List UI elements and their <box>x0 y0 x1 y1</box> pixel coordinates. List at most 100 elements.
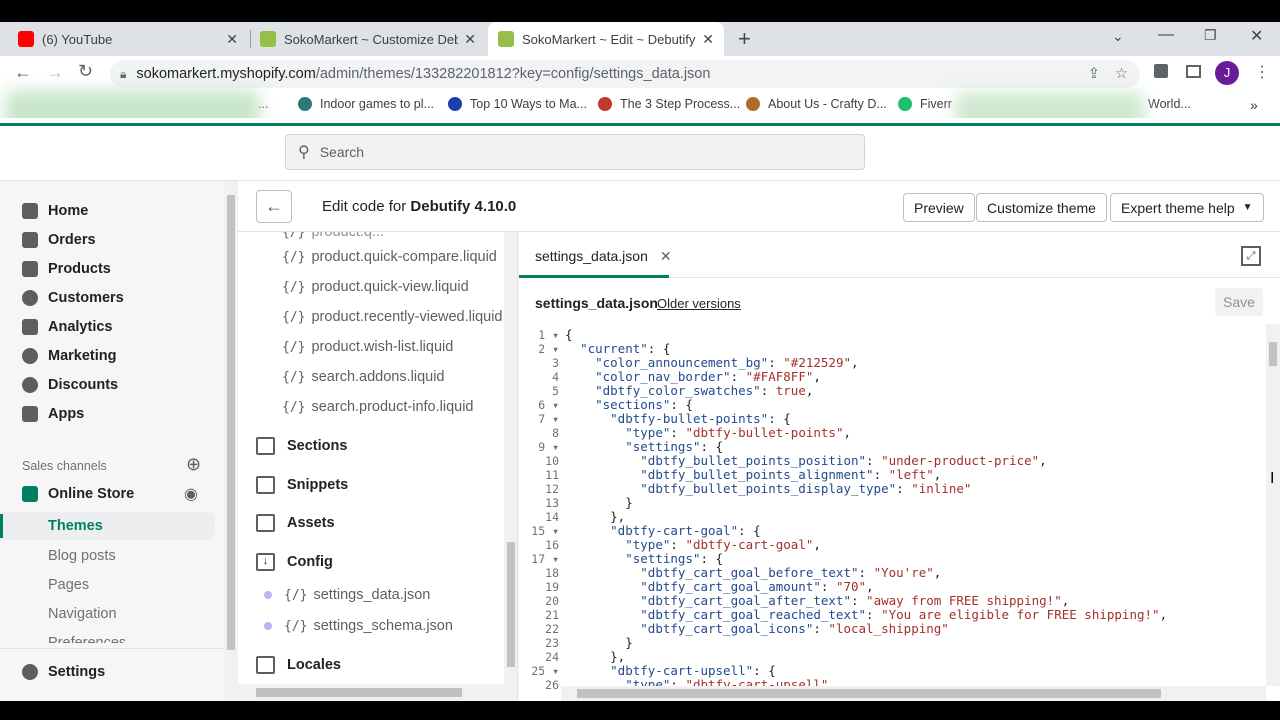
store-icon <box>22 486 38 502</box>
code-line: "dbtfy_color_swatches": true, <box>595 383 814 398</box>
bookmark-favicon-icon <box>298 97 312 111</box>
file-tree-hscrollbar[interactable] <box>238 684 504 701</box>
search-input[interactable]: ⚲ Search <box>285 134 865 170</box>
close-icon[interactable]: ✕ <box>226 31 238 48</box>
close-icon[interactable]: ✕ <box>464 31 476 48</box>
nav-orders[interactable]: Orders <box>22 228 96 252</box>
file-settings-schema[interactable]: {/} settings_schema.json <box>264 618 453 634</box>
code-line: "dbtfy_cart_goal_after_text": "away from… <box>640 593 1070 608</box>
older-versions-link[interactable]: Older versions <box>657 296 741 311</box>
nav-marketing[interactable]: Marketing <box>22 344 117 368</box>
line-number: 17 ▾ <box>531 552 559 566</box>
file-item[interactable]: {/} search.addons.liquid <box>282 369 445 385</box>
file-item[interactable]: {/} product.wish-list.liquid <box>282 339 453 355</box>
tab-customize[interactable]: SokoMarkert ~ Customize Debutify ✕ <box>250 22 486 56</box>
line-number: 23 <box>545 636 559 650</box>
file-item[interactable]: {/} product.quick-view.liquid <box>282 279 469 295</box>
save-button[interactable]: Save <box>1215 288 1263 316</box>
bookmark-item[interactable]: Indoor games to pl... <box>298 97 434 111</box>
bookmark-item[interactable]: Fiverr <box>898 97 952 111</box>
back-icon[interactable]: ← <box>14 62 32 83</box>
side-panel-icon[interactable] <box>1186 65 1201 78</box>
editor-tabs: settings_data.json ✕ ⤢ <box>519 232 1280 278</box>
close-icon[interactable]: ✕ <box>660 248 672 264</box>
code-line: "dbtfy_cart_goal_before_text": "You're", <box>640 565 942 580</box>
expert-theme-help-button[interactable]: Expert theme help ▼ <box>1110 193 1264 222</box>
bookmark-item[interactable]: About Us - Crafty D... <box>746 97 887 111</box>
discount-icon <box>22 377 38 393</box>
forward-icon[interactable]: → <box>46 62 64 83</box>
tab-title: (6) YouTube <box>42 31 113 47</box>
customize-theme-button[interactable]: Customize theme <box>976 193 1107 222</box>
url-host: sokomarkert.myshopify.com <box>136 66 316 82</box>
file-item[interactable]: {/} product.recently-viewed.liquid <box>282 309 503 325</box>
restore-icon[interactable]: ❐ <box>1204 27 1217 44</box>
bookmark-favicon-icon <box>746 97 760 111</box>
folder-snippets[interactable]: Snippets <box>256 476 348 494</box>
sidebar-scrollbar[interactable] <box>224 181 238 701</box>
nav-products[interactable]: Products <box>22 257 111 281</box>
expand-icon[interactable]: ⤢ <box>1241 246 1261 266</box>
browser-tab-bar: (6) YouTube ✕ SokoMarkert ~ Customize De… <box>0 22 1280 56</box>
nav-preferences[interactable]: Preferences <box>48 631 126 643</box>
nav-navigation[interactable]: Navigation <box>48 602 117 626</box>
url-path: /admin/themes/133282201812?key=config/se… <box>315 66 711 82</box>
nav-customers[interactable]: Customers <box>22 286 124 310</box>
line-number: 11 <box>545 468 559 482</box>
tab-search-icon[interactable]: ⌄ <box>1112 28 1124 45</box>
file-tree-scrollbar[interactable] <box>504 232 517 701</box>
add-channel-icon[interactable]: ⊕ <box>186 454 201 475</box>
code-line: } <box>565 635 633 650</box>
code-line: "dbtfy_bullet_points_position": "under-p… <box>640 453 1047 468</box>
folder-config[interactable]: ↓ Config <box>256 553 333 571</box>
more-bookmarks-icon[interactable]: » <box>1250 97 1258 113</box>
file-tree: {/} product.q... {/} product.quick-compare… <box>238 232 518 701</box>
code-line: }, <box>565 649 626 664</box>
code-editor: settings_data.json ✕ ⤢ settings_data.json… <box>519 232 1280 701</box>
file-item[interactable]: {/} product.q... <box>282 232 384 240</box>
nav-home[interactable]: Home <box>22 199 88 223</box>
new-tab-button[interactable]: + <box>738 26 751 52</box>
code-line: "settings": { <box>625 551 724 566</box>
folder-assets[interactable]: Assets <box>256 514 335 532</box>
bookmark-item[interactable]: The 3 Step Process... <box>598 97 740 111</box>
nav-themes[interactable]: Themes <box>48 514 103 538</box>
extensions-icon[interactable] <box>1154 64 1168 78</box>
minimize-icon[interactable]: — <box>1158 26 1174 44</box>
eye-icon[interactable]: ◉ <box>184 484 198 504</box>
open-file-tab[interactable]: settings_data.json ✕ <box>535 248 672 265</box>
file-settings-data[interactable]: {/} settings_data.json <box>264 587 430 603</box>
bookmark-item[interactable]: Top 10 Ways to Ma... <box>448 97 587 111</box>
nav-analytics[interactable]: Analytics <box>22 315 112 339</box>
code-area[interactable]: 1 ▾ {2 ▾ "current": {3 "color_announcemen… <box>519 324 1266 693</box>
preview-button[interactable]: Preview <box>903 193 975 222</box>
file-title: settings_data.json <box>535 295 658 311</box>
window-close-icon[interactable]: ✕ <box>1250 26 1263 46</box>
star-icon[interactable]: ☆ <box>1115 66 1128 82</box>
profile-avatar[interactable]: J <box>1215 61 1239 85</box>
tab-youtube[interactable]: (6) YouTube ✕ <box>8 22 248 56</box>
nav-settings[interactable]: Settings <box>22 660 105 684</box>
file-item[interactable]: {/} product.quick-compare.liquid <box>282 249 497 265</box>
folder-sections[interactable]: Sections <box>256 437 347 455</box>
home-icon <box>22 203 38 219</box>
nav-blog-posts[interactable]: Blog posts <box>48 544 116 568</box>
nav-apps[interactable]: Apps <box>22 402 84 426</box>
reload-icon[interactable]: ↻ <box>78 61 93 82</box>
back-button[interactable]: ← <box>256 190 292 223</box>
url-bar[interactable]: 🔒︎ sokomarkert.myshopify.com/admin/theme… <box>110 60 1140 88</box>
bookmark-item[interactable]: World... <box>1148 97 1191 111</box>
folder-locales[interactable]: Locales <box>256 656 341 674</box>
nav-pages[interactable]: Pages <box>48 573 89 597</box>
nav-online-store[interactable]: Online Store <box>22 482 134 506</box>
code-vscrollbar[interactable] <box>1266 324 1280 686</box>
file-item[interactable]: {/} search.product-info.liquid <box>282 399 474 415</box>
folder-open-icon: ↓ <box>256 553 275 571</box>
close-icon[interactable]: ✕ <box>702 31 714 48</box>
share-icon[interactable]: ⇪ <box>1088 66 1100 82</box>
nav-discounts[interactable]: Discounts <box>22 373 118 397</box>
code-line: "sections": { <box>595 397 693 412</box>
tab-edit-code[interactable]: SokoMarkert ~ Edit ~ Debutify 4.10.0 ✕ <box>488 22 724 56</box>
code-hscrollbar[interactable] <box>561 686 1266 701</box>
menu-icon[interactable]: ⋮ <box>1254 62 1270 82</box>
